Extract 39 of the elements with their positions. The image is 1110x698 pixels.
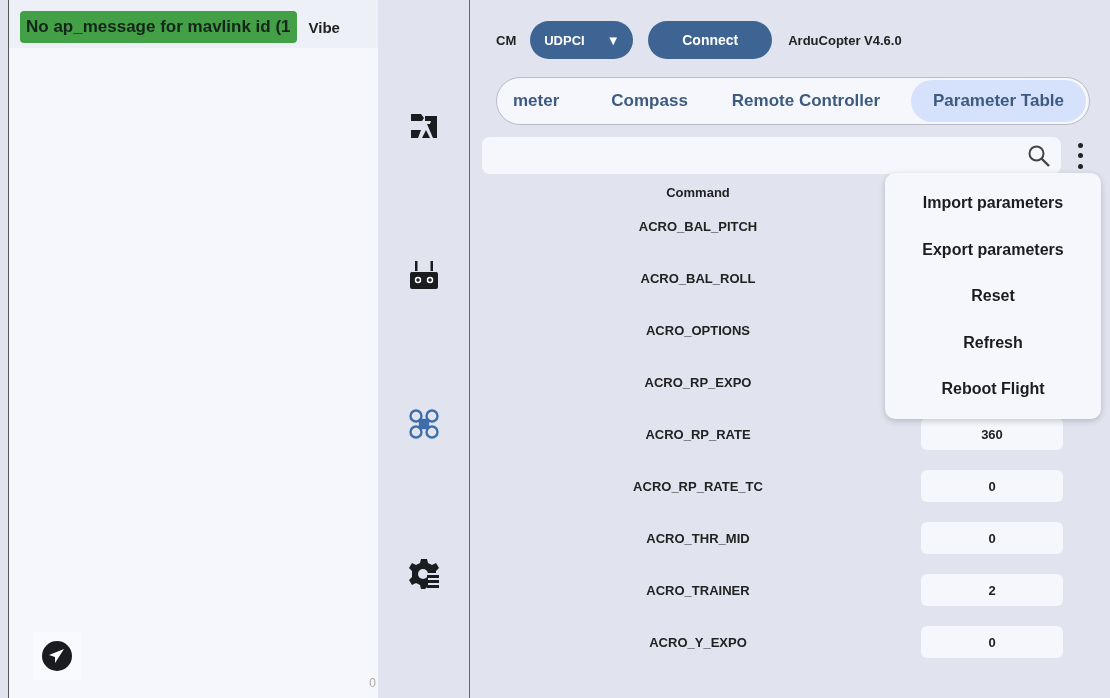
menu-item[interactable]: Reset [885,273,1101,320]
menu-item[interactable]: Import parameters [885,180,1101,227]
more-icon[interactable] [1077,142,1083,169]
column-header: Command [665,185,731,200]
value-field[interactable]: 0 [921,470,1063,502]
drone-icon[interactable] [407,408,440,440]
search-field[interactable] [482,137,1061,174]
vibe-label: Vibe [308,18,340,36]
parameter-name: ACRO_RP_RATE [644,426,752,442]
menu-item[interactable]: Export parameters [885,226,1101,274]
tab[interactable]: Compass [589,80,710,122]
parameter-name: ACRO_RP_RATE_TC [632,478,764,494]
port-label: CM [496,32,517,48]
percent-label: 0 [369,676,376,690]
parameter-name: ACRO_Y_EXPO [648,634,748,650]
parameter-name: ACRO_THR_MID [645,530,751,546]
firmware-label: ArduCopter V4.6.0 [788,32,902,48]
value-field[interactable]: 360 [921,418,1063,450]
search-icon[interactable] [1027,143,1051,168]
gear-list-icon[interactable] [407,558,440,590]
value-field[interactable]: 0 [921,522,1063,554]
tab[interactable]: Remote Controller [709,80,903,122]
status-message: No ap_message for mavlink id (1 [20,11,297,43]
parameter-name: ACRO_OPTIONS [645,322,751,338]
port-dropdown[interactable]: UDPCI ▼ [530,21,634,59]
connect-button[interactable]: Connect [648,21,773,59]
menu-item[interactable]: Reboot Flight [885,366,1101,413]
parameter-name: ACRO_BAL_PITCH [637,218,759,234]
remote-controller-icon[interactable] [408,260,439,290]
send-icon [41,640,73,672]
menu-item[interactable]: Refresh [885,319,1101,367]
parameter-name: ACRO_BAL_ROLL [639,270,757,286]
parameter-name: ACRO_RP_EXPO [643,374,753,390]
parameter-name: ACRO_TRAINER [645,582,751,598]
tab[interactable]: meter [507,80,590,122]
value-field[interactable]: 0 [921,626,1063,658]
value-field[interactable]: 2 [921,574,1063,606]
send-button[interactable] [33,632,81,680]
tab[interactable]: Parameter Table [910,80,1086,122]
